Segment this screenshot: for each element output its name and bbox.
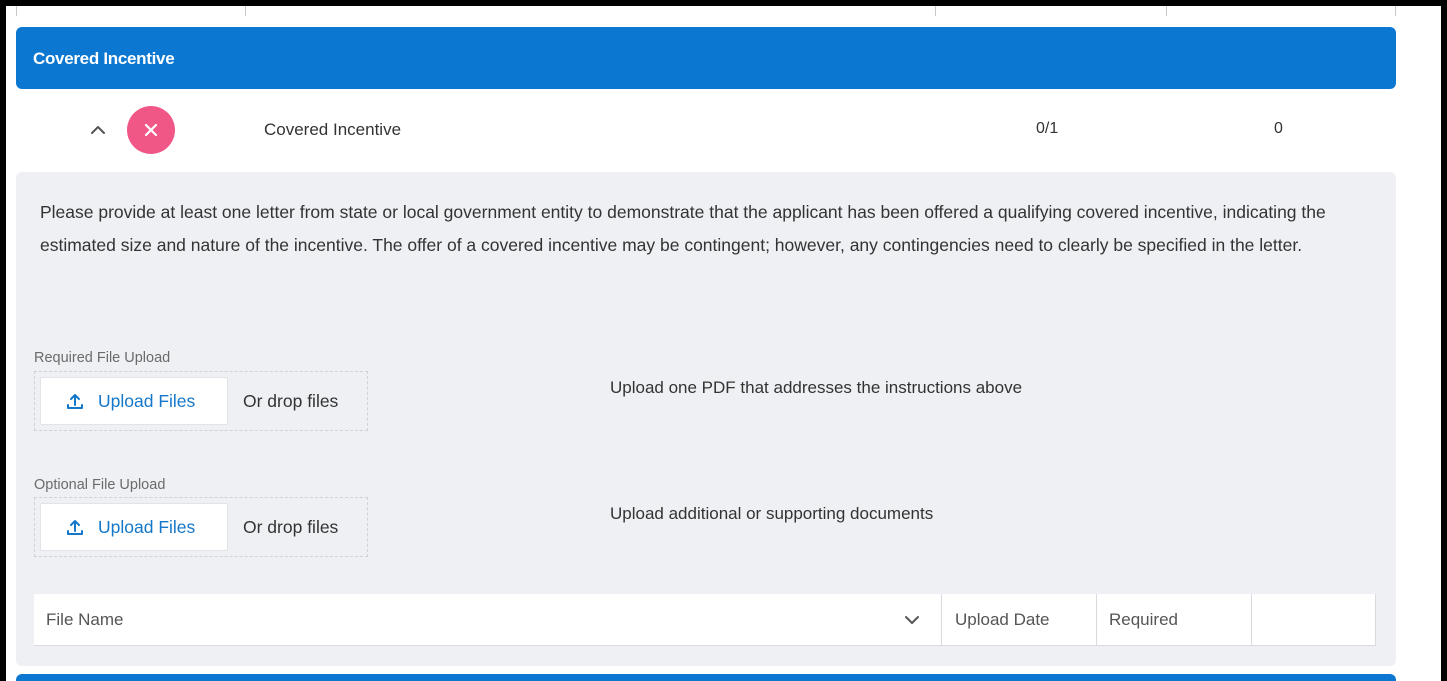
previous-table-edge: [6, 6, 1441, 20]
file-table-header: File Name Upload Date Required: [34, 594, 1376, 646]
column-divider: [935, 6, 936, 16]
required-upload-label: Required File Upload: [34, 350, 171, 366]
section-header: Covered Incentive: [16, 27, 1396, 89]
requirement-detail-panel: Please provide at least one letter from …: [16, 172, 1396, 666]
upload-button-label: Upload Files: [98, 390, 196, 411]
next-section-header: [16, 674, 1396, 681]
section-title: Covered Incentive: [33, 49, 175, 68]
drop-files-text: Or drop files: [243, 517, 339, 537]
required-upload-description: Upload one PDF that addresses the instru…: [610, 378, 1023, 397]
optional-upload-button[interactable]: Upload Files: [40, 503, 228, 551]
required-upload-button[interactable]: Upload Files: [40, 377, 228, 425]
column-divider: [941, 594, 942, 646]
file-count: 0/1: [1036, 120, 1059, 137]
column-divider: [1251, 594, 1252, 646]
column-upload-date[interactable]: Upload Date: [955, 594, 1050, 646]
column-required[interactable]: Required: [1109, 594, 1178, 646]
column-divider: [1395, 6, 1396, 16]
optional-upload-description: Upload additional or supporting document…: [610, 504, 934, 523]
column-divider: [16, 6, 17, 16]
instructions-text: Please provide at least one letter from …: [40, 202, 1326, 255]
upload-button-label: Upload Files: [98, 516, 196, 537]
incomplete-status-button[interactable]: [127, 106, 175, 154]
column-divider: [1096, 594, 1097, 646]
requirement-name: Covered Incentive: [264, 120, 402, 139]
optional-upload-label: Optional File Upload: [34, 477, 166, 493]
upload-icon: [67, 394, 83, 409]
chevron-down-icon[interactable]: [902, 610, 922, 630]
page-frame: Covered Incentive Covered Incentive 0/1 …: [6, 6, 1441, 681]
column-file-name[interactable]: File Name: [46, 594, 123, 646]
upload-icon: [67, 520, 83, 535]
required-dropzone[interactable]: Upload Files Or drop files: [34, 371, 368, 431]
close-icon: [144, 123, 158, 137]
column-divider: [1166, 6, 1167, 16]
drop-files-text: Or drop files: [243, 391, 339, 411]
column-divider: [245, 6, 246, 16]
optional-dropzone[interactable]: Upload Files Or drop files: [34, 497, 368, 557]
column-divider: [1375, 594, 1376, 646]
requirement-number: 0: [1274, 120, 1283, 137]
requirement-row: Covered Incentive 0/1 0: [16, 94, 1396, 168]
chevron-up-icon[interactable]: [88, 120, 108, 140]
